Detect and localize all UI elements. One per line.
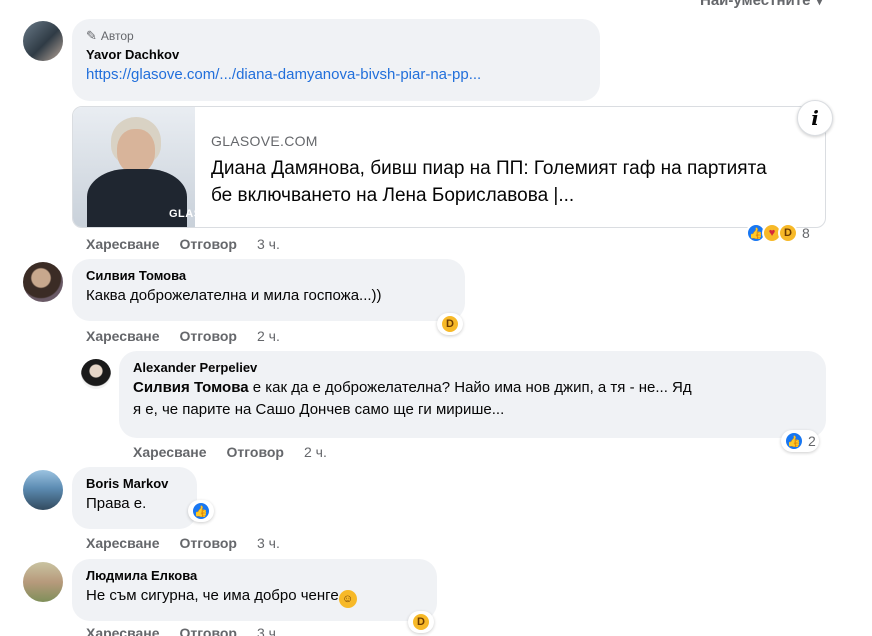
avatar[interactable]	[23, 470, 63, 510]
reaction-summary[interactable]: 👍	[188, 500, 214, 522]
author-badge-label: Автор	[100, 29, 134, 43]
avatar[interactable]	[81, 359, 111, 389]
timestamp[interactable]: 3 ч.	[257, 236, 280, 252]
author-badge: ✎ Автор	[86, 28, 588, 44]
comment-text: Права е.	[86, 495, 147, 512]
timestamp[interactable]: 2 ч.	[304, 444, 327, 460]
reaction-summary[interactable]: D	[437, 313, 463, 335]
comment-text: Каква доброжелателна и мила госпожа...))	[86, 287, 382, 304]
commenter-name[interactable]: Yavor Dachkov	[86, 46, 588, 64]
sort-dropdown[interactable]: Най-уместните ▾	[700, 0, 822, 9]
reply-text-line-2: я е, че парите на Сашо Дончев само ще ги…	[133, 401, 505, 418]
reply-button[interactable]: Отговор	[227, 444, 284, 460]
reply-button[interactable]: Отговор	[180, 535, 237, 551]
like-button[interactable]: Харесване	[86, 328, 160, 344]
like-icon: 👍	[191, 501, 211, 521]
reply-button[interactable]: Отговор	[180, 236, 237, 252]
pencil-icon: ✎	[86, 28, 97, 43]
commenter-name[interactable]: Boris Markov	[86, 475, 185, 493]
comment-actions: Харесване Отговор 3 ч.	[86, 535, 280, 551]
commenter-name[interactable]: Людмила Елкова	[86, 567, 425, 585]
comment-bubble: ✎ Автор Yavor Dachkov https://glasove.co…	[72, 19, 600, 101]
comment-text-body: Не съм сигурна, че има добро ченге	[86, 587, 339, 604]
mention-link[interactable]: Силвия Томова	[133, 379, 249, 396]
link-preview-title: Диана Дамянова, бивш пиар на ПП: Големия…	[211, 158, 767, 206]
comment-actions: Харесване Отговор 2 ч.	[133, 444, 327, 460]
reaction-summary[interactable]: D	[408, 611, 434, 633]
site-logo: GLAS	[169, 208, 195, 220]
reply-bubble: Alexander Perpeliev Силвия Томова е как …	[119, 351, 826, 438]
avatar[interactable]	[23, 262, 63, 302]
info-icon[interactable]: i	[797, 100, 833, 136]
link-preview-domain: GLASOVE.COM	[211, 133, 318, 149]
link-preview-card[interactable]: GLAS GLASOVE.COM Диана Дамянова, бивш пи…	[72, 106, 826, 228]
reply-text-part: е как да е доброжелателна? Найо има нов …	[248, 379, 692, 396]
reply-button[interactable]: Отговор	[180, 328, 237, 344]
grin-emoji-icon: ☺	[338, 590, 357, 608]
haha-icon: D	[411, 612, 431, 632]
like-button[interactable]: Харесване	[133, 444, 207, 460]
reply-button[interactable]: Отговор	[180, 625, 237, 636]
chevron-down-icon: ▾	[816, 0, 823, 8]
comment-bubble: Boris Markov Права е.	[72, 467, 197, 529]
reaction-summary[interactable]: 👍 2	[781, 430, 819, 452]
like-button[interactable]: Харесване	[86, 236, 160, 252]
like-icon: 👍	[784, 431, 804, 451]
comment-actions: Харесване Отговор 2 ч.	[86, 328, 280, 344]
comment-link[interactable]: https://glasove.com/.../diana-damyanova-…	[86, 64, 588, 86]
reaction-count: 8	[802, 225, 810, 241]
like-button[interactable]: Харесване	[86, 535, 160, 551]
comment-actions: Харесване Отговор 3 ч.	[86, 625, 280, 636]
haha-icon: D	[440, 314, 460, 334]
haha-icon: D	[778, 223, 798, 243]
timestamp[interactable]: 3 ч.	[257, 535, 280, 551]
like-button[interactable]: Харесване	[86, 625, 160, 636]
reply-text-line-1: Силвия Томова е как да е доброжелателна?…	[133, 377, 814, 399]
timestamp[interactable]: 2 ч.	[257, 328, 280, 344]
sort-label: Най-уместните	[700, 0, 811, 9]
reaction-summary[interactable]: 👍 ♥ D 8	[743, 222, 813, 244]
reaction-count: 2	[808, 433, 816, 449]
comment-text: Не съм сигурна, че има добро ченге ☺	[86, 585, 425, 608]
avatar[interactable]	[23, 21, 63, 61]
comment-bubble: Силвия Томова Каква доброжелателна и мил…	[72, 259, 465, 321]
commenter-name[interactable]: Силвия Томова	[86, 267, 453, 285]
link-preview-image: GLAS	[73, 107, 195, 227]
comment-actions: Харесване Отговор 3 ч.	[86, 236, 280, 252]
timestamp[interactable]: 3 ч.	[257, 625, 280, 636]
commenter-name[interactable]: Alexander Perpeliev	[133, 359, 814, 377]
comment-bubble: Людмила Елкова Не съм сигурна, че има до…	[72, 559, 437, 621]
avatar[interactable]	[23, 562, 63, 602]
